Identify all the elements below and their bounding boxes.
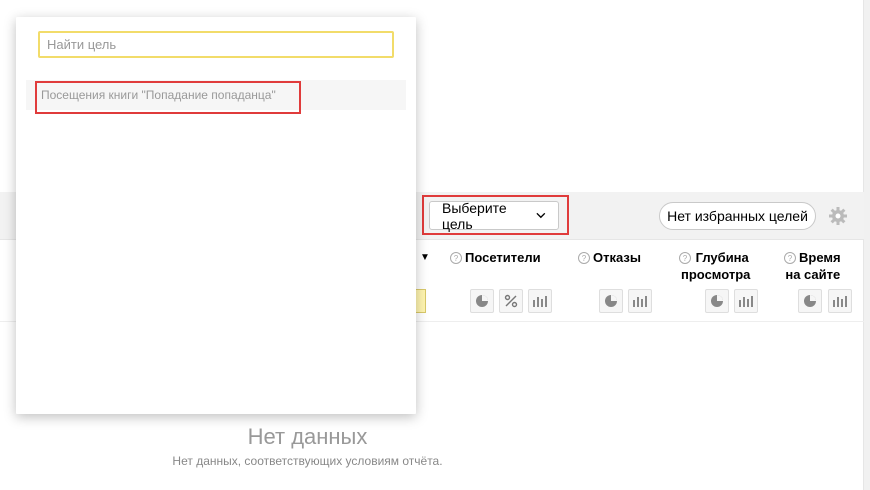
column-visitors-label: Посетители [465,250,541,265]
column-depth-label-line1: Глубина [695,250,749,265]
bar-chart-icon [533,296,547,307]
sort-desc-icon[interactable]: ▼ [420,252,430,263]
column-depth-label: Глубина просмотра [681,249,750,283]
empty-state-title: Нет данных [247,424,368,449]
goal-search-input[interactable] [38,31,394,58]
help-icon[interactable]: ? [679,252,691,264]
pie-chart-button[interactable] [599,289,623,313]
column-time-label-line2: на сайте [785,267,841,282]
bar-chart-button[interactable] [828,289,852,313]
bar-chart-icon [833,296,847,307]
goal-select-button[interactable]: Выберите цель [429,199,559,232]
empty-state-subtitle: Нет данных, соответствующих условиям отч… [172,454,443,468]
column-visitors[interactable]: ? Посетители [450,249,541,266]
bar-chart-button[interactable] [734,289,758,313]
gear-icon[interactable] [829,207,847,225]
pie-chart-icon [476,295,488,307]
pie-chart-button[interactable] [798,289,822,313]
column-time-label: Время на сайте [785,249,841,283]
help-icon[interactable]: ? [450,252,462,264]
bar-chart-button[interactable] [628,289,652,313]
page-scrollbar[interactable] [863,0,870,490]
chevron-down-icon [536,212,546,219]
pie-chart-button[interactable] [470,289,494,313]
column-depth-label-line2: просмотра [681,267,751,282]
column-time[interactable]: ? Время на сайте [784,249,841,283]
bar-chart-icon [739,296,753,307]
bar-chart-icon [633,296,647,307]
no-favorite-goals-button[interactable]: Нет избранных целей [659,202,816,230]
pie-chart-icon [605,295,617,307]
pie-chart-icon [711,295,723,307]
column-bounces[interactable]: ? Отказы [578,249,641,266]
goal-dropdown: Посещения книги "Попадание попаданца" [16,17,416,414]
pie-chart-button[interactable] [705,289,729,313]
column-time-label-line1: Время [799,250,841,265]
percent-icon [504,294,518,308]
goal-select-label: Выберите цель [442,199,507,232]
help-icon[interactable]: ? [784,252,796,264]
column-depth[interactable]: ? Глубина просмотра [679,249,750,283]
percent-button[interactable] [499,289,523,313]
help-icon[interactable]: ? [578,252,590,264]
column-bounces-label: Отказы [593,250,641,265]
pie-chart-icon [804,295,816,307]
goal-list-item[interactable]: Посещения книги "Попадание попаданца" [26,80,406,110]
bar-chart-button[interactable] [528,289,552,313]
no-favorite-goals-label: Нет избранных целей [667,208,808,224]
